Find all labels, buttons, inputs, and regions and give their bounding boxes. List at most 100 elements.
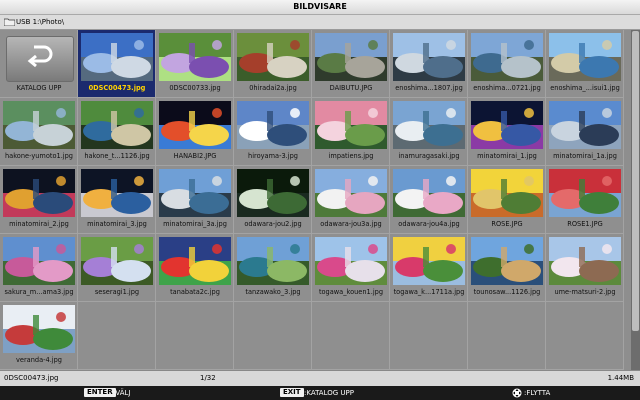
current-path: USB 1:\Photo\	[16, 18, 65, 26]
photo-filename: seseragi1.jpg	[94, 288, 140, 296]
thumbnail-cell[interactable]: odawara-jou4a.jpg	[390, 166, 468, 234]
thumbnail-cell[interactable]: minatomirai_3a.jpg	[156, 166, 234, 234]
thumbnail-grid[interactable]: KATALOG UPP 0DSC00473.jpg 0DSC00733.jpg …	[0, 30, 630, 370]
photo-thumbnail[interactable]	[81, 33, 153, 81]
photo-thumbnail[interactable]	[549, 237, 621, 285]
empty-cell	[468, 302, 546, 370]
photo-filename: tanabata2c.jpg	[170, 288, 220, 296]
thumbnail-cell[interactable]: tanzawako_3.jpg	[234, 234, 312, 302]
photo-thumbnail[interactable]	[471, 169, 543, 217]
photo-thumbnail[interactable]	[471, 33, 543, 81]
empty-cell	[546, 302, 624, 370]
photo-thumbnail[interactable]	[315, 169, 387, 217]
photo-thumbnail[interactable]	[315, 237, 387, 285]
photo-filename: hakone_t...1126.jpg	[84, 152, 150, 160]
photo-thumbnail[interactable]	[549, 33, 621, 81]
photo-filename: minatomirai_1a.jpg	[553, 152, 617, 160]
status-bar: 0DSC00473.jpg 1/32 1.44MB	[0, 370, 640, 386]
thumbnail-cell[interactable]: veranda-4.jpg	[0, 302, 78, 370]
thumbnail-cell[interactable]: togawa_k...1711a.jpg	[390, 234, 468, 302]
thumbnail-cell[interactable]: ROSE1.JPG	[546, 166, 624, 234]
photo-filename: enoshima...1807.jpg	[395, 84, 463, 92]
window-title: BILDVISARE	[0, 0, 640, 15]
thumbnail-cell[interactable]: impatiens.jpg	[312, 98, 390, 166]
photo-filename: enoshima...0721.jpg	[473, 84, 541, 92]
thumbnail-cell[interactable]: togawa_kouen1.jpg	[312, 234, 390, 302]
photo-thumbnail[interactable]	[159, 237, 231, 285]
photo-thumbnail[interactable]	[237, 169, 309, 217]
photo-thumbnail[interactable]	[237, 33, 309, 81]
dpad-icon	[512, 388, 522, 398]
thumbnail-cell[interactable]: sakura_m...ama3.jpg	[0, 234, 78, 302]
thumbnail-cell[interactable]: enoshima...0721.jpg	[468, 30, 546, 98]
photo-filename: veranda-4.jpg	[16, 356, 62, 364]
thumbnail-cell[interactable]: minatomirai_1a.jpg	[546, 98, 624, 166]
directory-up-cell[interactable]: KATALOG UPP	[0, 30, 78, 98]
thumbnail-cell[interactable]: minatomirai_3.jpg	[78, 166, 156, 234]
photo-filename: tanzawako_3.jpg	[245, 288, 301, 296]
photo-filename: togawa_k...1711a.jpg	[393, 288, 465, 296]
thumbnail-cell[interactable]: inamuragasaki.jpg	[390, 98, 468, 166]
photo-thumbnail[interactable]	[81, 101, 153, 149]
thumbnail-cell[interactable]: minatomirai_2.jpg	[0, 166, 78, 234]
photo-filename: inamuragasaki.jpg	[398, 152, 460, 160]
directory-up-button[interactable]	[6, 36, 74, 82]
photo-filename: odawara-jou2.jpg	[244, 220, 302, 228]
photo-thumbnail[interactable]	[549, 169, 621, 217]
exit-key-badge: EXIT	[280, 388, 304, 397]
photo-thumbnail[interactable]	[393, 237, 465, 285]
photo-thumbnail[interactable]	[471, 237, 543, 285]
thumbnail-cell[interactable]: 0DSC00473.jpg	[78, 30, 156, 98]
thumbnail-cell[interactable]: HANABI2.JPG	[156, 98, 234, 166]
scrollbar-thumb[interactable]	[632, 31, 639, 331]
photo-thumbnail[interactable]	[3, 305, 75, 353]
thumbnail-cell[interactable]: hakone_t...1126.jpg	[78, 98, 156, 166]
photo-thumbnail[interactable]	[393, 169, 465, 217]
thumbnail-cell[interactable]: odawara-jou2.jpg	[234, 166, 312, 234]
thumbnail-cell[interactable]: minatomirai_1.jpg	[468, 98, 546, 166]
thumbnail-cell[interactable]: 0hiradai2a.jpg	[234, 30, 312, 98]
photo-thumbnail[interactable]	[471, 101, 543, 149]
photo-filename: 0DSC00473.jpg	[88, 84, 146, 92]
photo-filename: ume-matsuri-2.jpg	[554, 288, 616, 296]
enter-key-badge: ENTER	[84, 388, 116, 397]
thumbnail-cell[interactable]: ume-matsuri-2.jpg	[546, 234, 624, 302]
thumbnail-cell[interactable]: seseragi1.jpg	[78, 234, 156, 302]
file-size: 1.44MB	[607, 374, 634, 382]
thumbnail-cell[interactable]: tanabata2c.jpg	[156, 234, 234, 302]
photo-thumbnail[interactable]	[3, 101, 75, 149]
photo-filename: sakura_m...ama3.jpg	[4, 288, 74, 296]
path-bar: USB 1:\Photo\	[0, 15, 640, 30]
photo-thumbnail[interactable]	[315, 33, 387, 81]
photo-filename: minatomirai_3a.jpg	[163, 220, 227, 228]
thumbnail-cell[interactable]: DAIBUTU.JPG	[312, 30, 390, 98]
photo-thumbnail[interactable]	[315, 101, 387, 149]
photo-thumbnail[interactable]	[549, 101, 621, 149]
thumbnail-cell[interactable]: enoshima...1807.jpg	[390, 30, 468, 98]
photo-thumbnail[interactable]	[237, 237, 309, 285]
empty-cell	[390, 302, 468, 370]
photo-thumbnail[interactable]	[3, 237, 75, 285]
photo-filename: hakone-yumoto1.jpg	[5, 152, 73, 160]
thumbnail-cell[interactable]: hakone-yumoto1.jpg	[0, 98, 78, 166]
photo-thumbnail[interactable]	[393, 33, 465, 81]
thumbnail-cell[interactable]: enoshima_...isui1.jpg	[546, 30, 624, 98]
photo-filename: HANABI2.JPG	[173, 152, 217, 160]
scrollbar[interactable]	[631, 30, 640, 370]
thumbnail-cell[interactable]: 0DSC00733.jpg	[156, 30, 234, 98]
photo-filename: minatomirai_1.jpg	[477, 152, 537, 160]
photo-thumbnail[interactable]	[159, 101, 231, 149]
photo-thumbnail[interactable]	[3, 169, 75, 217]
photo-thumbnail[interactable]	[393, 101, 465, 149]
empty-cell	[156, 302, 234, 370]
photo-filename: minatomirai_3.jpg	[87, 220, 147, 228]
photo-thumbnail[interactable]	[159, 33, 231, 81]
photo-thumbnail[interactable]	[237, 101, 309, 149]
thumbnail-cell[interactable]: odawara-jou3a.jpg	[312, 166, 390, 234]
thumbnail-cell[interactable]: tounosaw...1126.jpg	[468, 234, 546, 302]
photo-thumbnail[interactable]	[159, 169, 231, 217]
thumbnail-cell[interactable]: ROSE.JPG	[468, 166, 546, 234]
photo-thumbnail[interactable]	[81, 169, 153, 217]
thumbnail-cell[interactable]: hiroyama-3.jpg	[234, 98, 312, 166]
photo-thumbnail[interactable]	[81, 237, 153, 285]
